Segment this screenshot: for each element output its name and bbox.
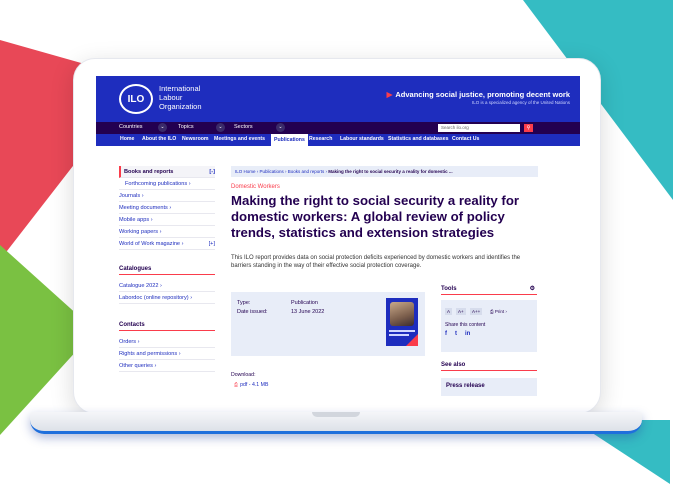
tools-heading: Tools ⚙ bbox=[441, 286, 537, 295]
arrow-icon: ▶ bbox=[386, 90, 393, 99]
breadcrumb-current: Making the right to social security a re… bbox=[328, 169, 453, 174]
chevron-down-icon[interactable]: ⌄ bbox=[158, 123, 167, 132]
download-link[interactable]: ⎙ pdf - 4.1 MB bbox=[234, 382, 268, 389]
search-icon[interactable]: ⚲ bbox=[524, 124, 533, 132]
org-line: Organization bbox=[159, 102, 202, 111]
sub-slogan: ILO is a specialized agency of the Unite… bbox=[471, 100, 570, 105]
sidebar-item-working-papers[interactable]: Working papers › bbox=[119, 226, 215, 238]
nav-research[interactable]: Research bbox=[309, 136, 332, 142]
nav-sectors[interactable]: Sectors bbox=[234, 124, 253, 130]
catalogues-heading: Catalogues bbox=[119, 266, 215, 275]
ilo-logo[interactable]: ILO bbox=[119, 84, 153, 114]
sidebar-item-forthcoming[interactable]: Forthcoming publications › bbox=[119, 178, 215, 190]
sidebar-item-books-reports[interactable]: Books and reports [-] bbox=[119, 166, 215, 178]
nav-publications[interactable]: Publications bbox=[271, 134, 308, 147]
article-category[interactable]: Domestic Workers bbox=[231, 184, 280, 190]
search-placeholder: Search ilo.org bbox=[441, 125, 469, 130]
article-description: This ILO report provides data on social … bbox=[231, 255, 521, 269]
sidebar-item-world-of-work[interactable]: World of Work magazine › [+] bbox=[119, 238, 215, 250]
nav-labour-standards[interactable]: Labour standards bbox=[340, 136, 384, 142]
breadcrumb: ILO Home › Publications › Books and repo… bbox=[231, 166, 538, 177]
laptop-notch bbox=[312, 412, 360, 417]
download-link-text: pdf - 4.1 MB bbox=[240, 382, 269, 388]
gear-icon[interactable]: ⚙ bbox=[530, 285, 535, 292]
type-value: Publication bbox=[291, 300, 318, 306]
date-value: 13 June 2022 bbox=[291, 309, 325, 315]
date-label: Date issued: bbox=[237, 309, 268, 315]
cover-text-line bbox=[389, 330, 415, 332]
nav-home[interactable]: Home bbox=[120, 136, 134, 142]
nav-topics[interactable]: Topics bbox=[178, 124, 194, 130]
sidebar-item-journals[interactable]: Journals › bbox=[119, 190, 215, 202]
type-label: Type: bbox=[237, 300, 251, 306]
rights-link[interactable]: Rights and permissions › bbox=[119, 348, 215, 360]
see-also-heading: See also bbox=[441, 362, 537, 371]
collapse-icon[interactable]: [-] bbox=[209, 166, 215, 178]
labordoc-link[interactable]: Labordoc (online repository) › bbox=[119, 292, 215, 304]
sidebar-item-label: World of Work magazine › bbox=[119, 241, 184, 247]
breadcrumb-trail[interactable]: ILO Home › Publications › Books and repo… bbox=[235, 169, 328, 174]
expand-icon[interactable]: [+] bbox=[209, 238, 215, 250]
org-name[interactable]: International Labour Organization bbox=[159, 84, 202, 111]
cover-text-line bbox=[389, 334, 409, 336]
main-nav: Home About the ILO Newsroom Meetings and… bbox=[96, 134, 580, 147]
tools-heading-text: Tools bbox=[441, 286, 457, 292]
tools-panel: A A+ A++ ⎙ Print › Share this content f … bbox=[441, 300, 537, 352]
search-input[interactable]: Search ilo.org bbox=[438, 124, 520, 132]
other-queries-link[interactable]: Other queries › bbox=[119, 360, 215, 372]
share-label: Share this content bbox=[445, 322, 486, 328]
report-cover-image[interactable] bbox=[386, 298, 418, 346]
nav-statistics[interactable]: Statistics and databases bbox=[388, 136, 449, 142]
orders-link[interactable]: Orders › bbox=[119, 336, 215, 348]
contacts-heading: Contacts bbox=[119, 322, 215, 331]
publication-info: Type: Publication Date issued: 13 June 2… bbox=[231, 292, 425, 356]
print-label: Print bbox=[494, 309, 505, 314]
nav-meetings[interactable]: Meetings and events bbox=[214, 136, 265, 142]
page-title: Making the right to social security a re… bbox=[231, 193, 520, 240]
sidebar: Books and reports [-] Forthcoming publica… bbox=[119, 166, 215, 372]
nav-countries[interactable]: Countries bbox=[119, 124, 143, 130]
pdf-icon: ⎙ bbox=[234, 382, 239, 388]
nav-newsroom[interactable]: Newsroom bbox=[182, 136, 209, 142]
sidebar-item-meeting-docs[interactable]: Meeting documents › bbox=[119, 202, 215, 214]
press-release-link[interactable]: Press release bbox=[441, 378, 537, 396]
print-button[interactable]: ⎙ Print › bbox=[488, 308, 509, 315]
font-size-medium-button[interactable]: A+ bbox=[456, 308, 466, 315]
org-line: International bbox=[159, 84, 201, 93]
site-header: ILO International Labour Organization ▶ A… bbox=[96, 76, 580, 122]
font-size-large-button[interactable]: A++ bbox=[470, 308, 483, 315]
catalogue-link[interactable]: Catalogue 2022 › bbox=[119, 280, 215, 292]
webpage-screen: ILO International Labour Organization ▶ A… bbox=[96, 76, 580, 400]
font-size-small-button[interactable]: A bbox=[445, 308, 453, 315]
nav-about[interactable]: About the ILO bbox=[142, 136, 176, 142]
slogan: ▶ Advancing social justice, promoting dec… bbox=[387, 90, 570, 99]
nav-contact[interactable]: Contact Us bbox=[452, 136, 479, 142]
print-icon: ⎙ bbox=[490, 309, 494, 314]
laptop-base bbox=[30, 412, 642, 434]
cover-photo bbox=[390, 302, 414, 326]
logo-text: ILO bbox=[127, 93, 145, 105]
facebook-icon[interactable]: f bbox=[445, 331, 447, 337]
download-label: Download: bbox=[231, 372, 256, 378]
twitter-icon[interactable]: t bbox=[455, 331, 457, 337]
org-line: Labour bbox=[159, 93, 183, 102]
chevron-down-icon[interactable]: ⌄ bbox=[276, 123, 285, 132]
sidebar-item-label: Books and reports bbox=[124, 169, 174, 175]
sidebar-item-mobile-apps[interactable]: Mobile apps › bbox=[119, 214, 215, 226]
chevron-down-icon[interactable]: ⌄ bbox=[216, 123, 225, 132]
linkedin-icon[interactable]: in bbox=[465, 331, 470, 337]
slogan-text: Advancing social justice, promoting dece… bbox=[395, 90, 570, 99]
